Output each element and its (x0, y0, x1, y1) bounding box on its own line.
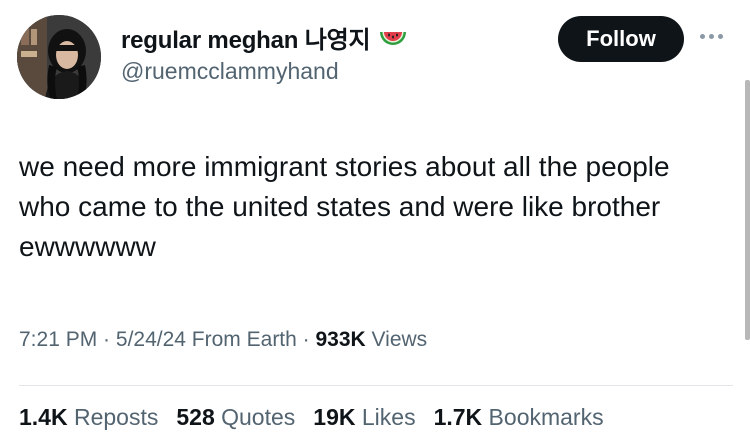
tweet-card: regular meghan 나영지 @ruemcclammyhand Foll… (0, 0, 750, 446)
tweet-date[interactable]: 5/24/24 (116, 328, 186, 351)
views-label[interactable]: Views (366, 328, 428, 351)
reposts-stat[interactable]: 1.4K Reposts (19, 404, 158, 431)
tweet-meta: 7:21 PM · 5/24/24 From Earth · 933K View… (19, 328, 427, 352)
avatar[interactable] (17, 15, 101, 99)
avatar-image (17, 15, 101, 99)
meta-separator: · (296, 328, 316, 351)
bookmarks-stat[interactable]: 1.7K Bookmarks (434, 404, 604, 431)
meta-separator: · (97, 328, 116, 351)
author-handle[interactable]: @ruemcclammyhand (121, 58, 339, 85)
tweet-time[interactable]: 7:21 PM (19, 328, 97, 351)
likes-stat[interactable]: 19K Likes (313, 404, 415, 431)
display-name[interactable]: regular meghan 나영지 (121, 20, 371, 55)
divider (19, 385, 733, 386)
tweet-text: we need more immigrant stories about all… (19, 151, 670, 262)
tweet-source: From Earth (185, 328, 297, 351)
watermelon-icon (378, 26, 408, 50)
follow-button[interactable]: Follow (558, 16, 684, 62)
engagement-stats: 1.4K Reposts 528 Quotes 19K Likes 1.7K B… (19, 404, 604, 431)
quotes-stat[interactable]: 528 Quotes (176, 404, 295, 431)
more-options-icon[interactable] (700, 30, 730, 42)
views-count[interactable]: 933K (316, 328, 366, 351)
scrollbar[interactable] (745, 80, 750, 340)
author-name-row[interactable]: regular meghan 나영지 (121, 20, 408, 55)
